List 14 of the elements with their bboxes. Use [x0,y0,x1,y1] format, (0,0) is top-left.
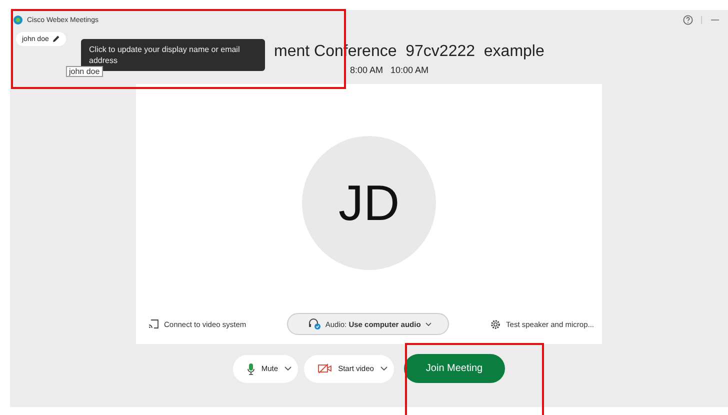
settings-icon [490,318,502,330]
cast-icon [148,319,159,329]
headset-icon [308,318,322,330]
caret-icon [380,366,388,371]
caret-icon [284,366,292,371]
microphone-icon [247,362,256,374]
app-logo-icon [13,15,23,25]
video-off-icon [318,363,332,374]
avatar: JD [302,136,436,270]
join-meeting-button[interactable]: Join Meeting [404,354,505,383]
caret-icon [424,322,432,326]
help-icon[interactable] [683,15,693,25]
meeting-time: 8:00 AM 10:00 AM [350,65,429,75]
pencil-icon [52,35,60,43]
